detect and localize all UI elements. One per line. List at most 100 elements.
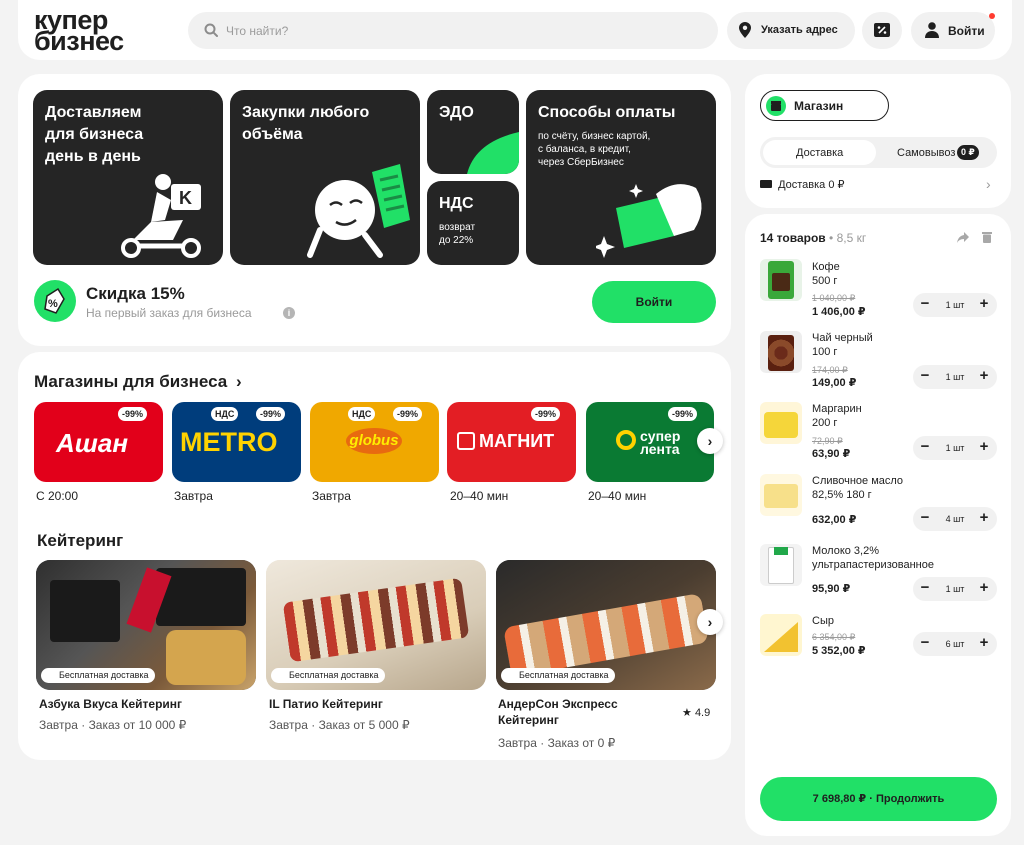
catering-order: Заказ от 5 000 ₽ [318,718,410,732]
catering-when: Завтра [498,736,537,750]
cart-item-image[interactable] [760,331,802,373]
catering-when: Завтра [269,718,308,732]
store-caption: 20–40 мин [588,489,647,503]
quantity-value: 1 шт [945,300,965,310]
store-logo: globus [346,428,402,454]
decrease-button[interactable]: − [918,579,932,596]
item-name-line: 500 г [812,275,838,287]
logo[interactable]: купер бизнес [34,7,124,55]
quantity-value: 1 шт [945,584,965,594]
stores-section-title[interactable]: Магазины для бизнеса › [34,372,242,392]
catering-order: Заказ от 0 ₽ [547,736,616,750]
increase-button[interactable]: + [977,295,991,312]
increase-button[interactable]: + [977,367,991,384]
discount-badge: -99% [256,407,286,421]
cart-item-image[interactable] [760,474,802,516]
hand-card-icon [596,184,702,258]
stores-title-text: Магазины для бизнеса [34,372,228,391]
catering-name[interactable]: IL Патио Кейтеринг [269,696,383,712]
cart-count: 14 товаров [760,231,826,245]
tile-title-line: Доставляем [45,104,142,121]
catering-next-button[interactable]: › [697,609,723,635]
login-label: Войти [948,24,985,38]
free-delivery-badge: Бесплатная доставка [271,668,385,683]
cart-item-price: 632,00 ₽ [812,514,857,526]
discount-tag-icon: % [34,280,76,322]
store-logo: METRO [180,427,278,457]
item-name-line: 82,5% 180 г [812,489,872,501]
decrease-button[interactable]: − [918,367,932,384]
cart-item-name: Маргарин 200 г [812,402,862,430]
cart-item-old-price: 174,00 ₽ [812,365,848,375]
discount-badge: -99% [668,407,698,421]
cart-weight: 8,5 кг [836,231,867,245]
catering-name[interactable]: АндерСон Экспресс Кейтеринг [498,696,618,728]
cart-item-name: Чай черный 100 г [812,331,873,359]
svg-text:K: K [179,188,192,208]
store-icon [766,96,786,116]
pickup-badge: 0 ₽ [957,145,979,160]
rating-value: 4.9 [694,707,711,719]
chevron-right-icon: › [235,372,242,391]
cart-item-price: 149,00 ₽ [812,377,857,389]
tile-title: НДС [439,195,474,212]
store-caption: С 20:00 [36,489,79,503]
cart-item-old-price: 1 040,00 ₽ [812,293,856,303]
magnit-mark-icon [457,432,475,450]
trash-icon[interactable] [982,231,992,243]
cart-item-image[interactable] [760,544,802,586]
promo-tile-bulk[interactable]: Закупки любого объёма [230,90,420,265]
checkout-button[interactable]: 7 698,80 ₽ · Продолжить [760,777,997,821]
store-logo: МАГНИТ [479,431,555,451]
increase-button[interactable]: + [977,509,991,526]
chevron-right-icon: › [986,176,991,192]
increase-button[interactable]: + [977,438,991,455]
tab-pickup[interactable]: Самовывоз [897,147,955,159]
cart-item-price: 1 406,00 ₽ [812,306,866,318]
free-delivery-badge: Бесплатная доставка [501,668,615,683]
cart-item-name: Сливочное масло 82,5% 180 г [812,474,903,502]
increase-button[interactable]: + [977,579,991,596]
discount-subtitle: На первый заказ для бизнеса [86,306,252,320]
chevron-right-icon: › [707,433,713,449]
cart-item-image[interactable] [760,259,802,301]
info-icon[interactable]: i [283,307,295,319]
decrease-button[interactable]: − [918,634,932,651]
green-shape-icon [467,132,519,174]
mascot-receipt-icon [307,164,410,258]
store-logo-line: лента [640,441,680,457]
tile-sub-line: с баланса, в кредит, [538,144,631,155]
cart-item-old-price: 6 354,00 ₽ [812,632,856,642]
store-caption: 20–40 мин [450,489,509,503]
quantity-value: 1 шт [945,372,965,382]
notification-dot [989,13,995,19]
store-caption: Завтра [174,489,213,503]
share-icon[interactable] [957,232,969,243]
catering-meta: Завтра · Заказ от 0 ₽ [498,736,616,750]
decrease-button[interactable]: − [918,438,932,455]
store-caption: Завтра [312,489,351,503]
promo-tile-nds[interactable]: НДС возврат до 22% [427,181,519,265]
nds-badge: НДС [211,407,239,421]
promo-tile-payment[interactable]: Способы оплаты по счёту, бизнес картой, … [526,90,716,265]
catering-meta: Завтра · Заказ от 5 000 ₽ [269,718,410,732]
increase-button[interactable]: + [977,634,991,651]
promo-tile-edo[interactable]: ЭДО [427,90,519,174]
cart-item-image[interactable] [760,614,802,656]
decrease-button[interactable]: − [918,295,932,312]
catering-name[interactable]: Азбука Вкуса Кейтеринг [39,696,182,712]
delivery-cost-row[interactable]: Доставка 0 ₽ [760,178,845,191]
cart-header: 14 товаров • 8,5 кг [760,231,866,245]
promo-tile-delivery[interactable]: Доставляем для бизнеса день в день K [33,90,223,265]
decrease-button[interactable]: − [918,509,932,526]
catering-title: Кейтеринг [37,531,124,550]
nds-badge: НДС [348,407,376,421]
tile-title-line: объёма [242,126,303,143]
promo-login-button[interactable]: Войти [592,281,716,323]
cart-item-image[interactable] [760,402,802,444]
cart-item-old-price: 72,90 ₽ [812,436,843,446]
discount-badge: -99% [531,407,561,421]
truck-icon [760,180,772,188]
item-name-line: Сливочное масло [812,475,904,487]
stores-next-button[interactable]: › [697,428,723,454]
